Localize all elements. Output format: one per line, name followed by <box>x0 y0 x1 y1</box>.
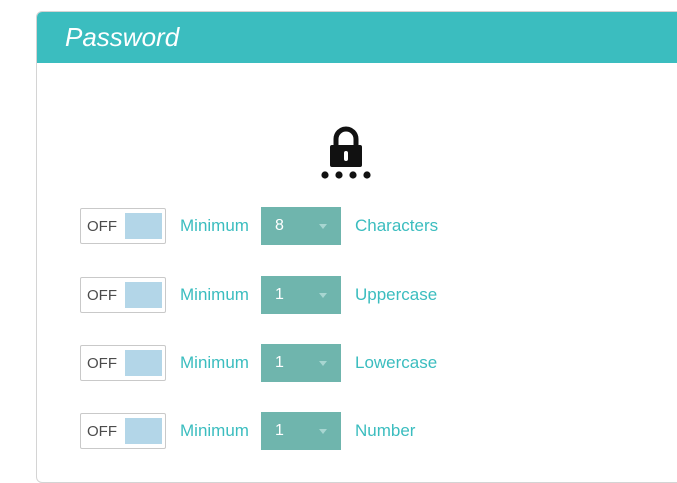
uppercase-toggle[interactable]: OFF <box>80 277 166 313</box>
toggle-state-label: OFF <box>87 217 117 235</box>
rule-type-label: Uppercase <box>355 285 438 304</box>
lock-icon <box>316 120 376 182</box>
rule-row-uppercase: OFF Minimum 1 Uppercase <box>80 276 437 314</box>
lowercase-toggle[interactable]: OFF <box>80 345 166 381</box>
number-count-select[interactable]: 1 <box>261 412 341 450</box>
chevron-down-icon <box>319 428 327 434</box>
toggle-knob <box>125 282 162 308</box>
uppercase-count-select[interactable]: 1 <box>261 276 341 314</box>
rule-type-label: Number <box>355 421 416 440</box>
select-value: 8 <box>275 217 284 234</box>
minimum-label: Minimum <box>180 285 249 304</box>
password-panel: Password OFF Minimum 8 Characters OFF Mi… <box>36 11 677 483</box>
rule-row-lowercase: OFF Minimum 1 Lowercase <box>80 344 437 382</box>
chevron-down-icon <box>319 360 327 366</box>
toggle-knob <box>125 418 162 444</box>
select-value: 1 <box>275 422 284 439</box>
minimum-label: Minimum <box>180 216 249 235</box>
toggle-knob <box>125 350 162 376</box>
minimum-label: Minimum <box>180 353 249 372</box>
lowercase-count-select[interactable]: 1 <box>261 344 341 382</box>
toggle-state-label: OFF <box>87 354 117 372</box>
panel-header: Password <box>37 12 677 63</box>
toggle-knob <box>125 213 162 239</box>
characters-toggle[interactable]: OFF <box>80 208 166 244</box>
characters-count-select[interactable]: 8 <box>261 207 341 245</box>
minimum-label: Minimum <box>180 421 249 440</box>
rule-row-number: OFF Minimum 1 Number <box>80 412 415 450</box>
chevron-down-icon <box>319 223 327 229</box>
panel-title: Password <box>65 22 180 52</box>
chevron-down-icon <box>319 292 327 298</box>
number-toggle[interactable]: OFF <box>80 413 166 449</box>
rule-row-characters: OFF Minimum 8 Characters <box>80 207 438 245</box>
rule-type-label: Lowercase <box>355 353 438 372</box>
toggle-state-label: OFF <box>87 422 117 440</box>
toggle-state-label: OFF <box>87 286 117 304</box>
rule-type-label: Characters <box>355 216 439 235</box>
select-value: 1 <box>275 286 284 303</box>
select-value: 1 <box>275 354 284 371</box>
